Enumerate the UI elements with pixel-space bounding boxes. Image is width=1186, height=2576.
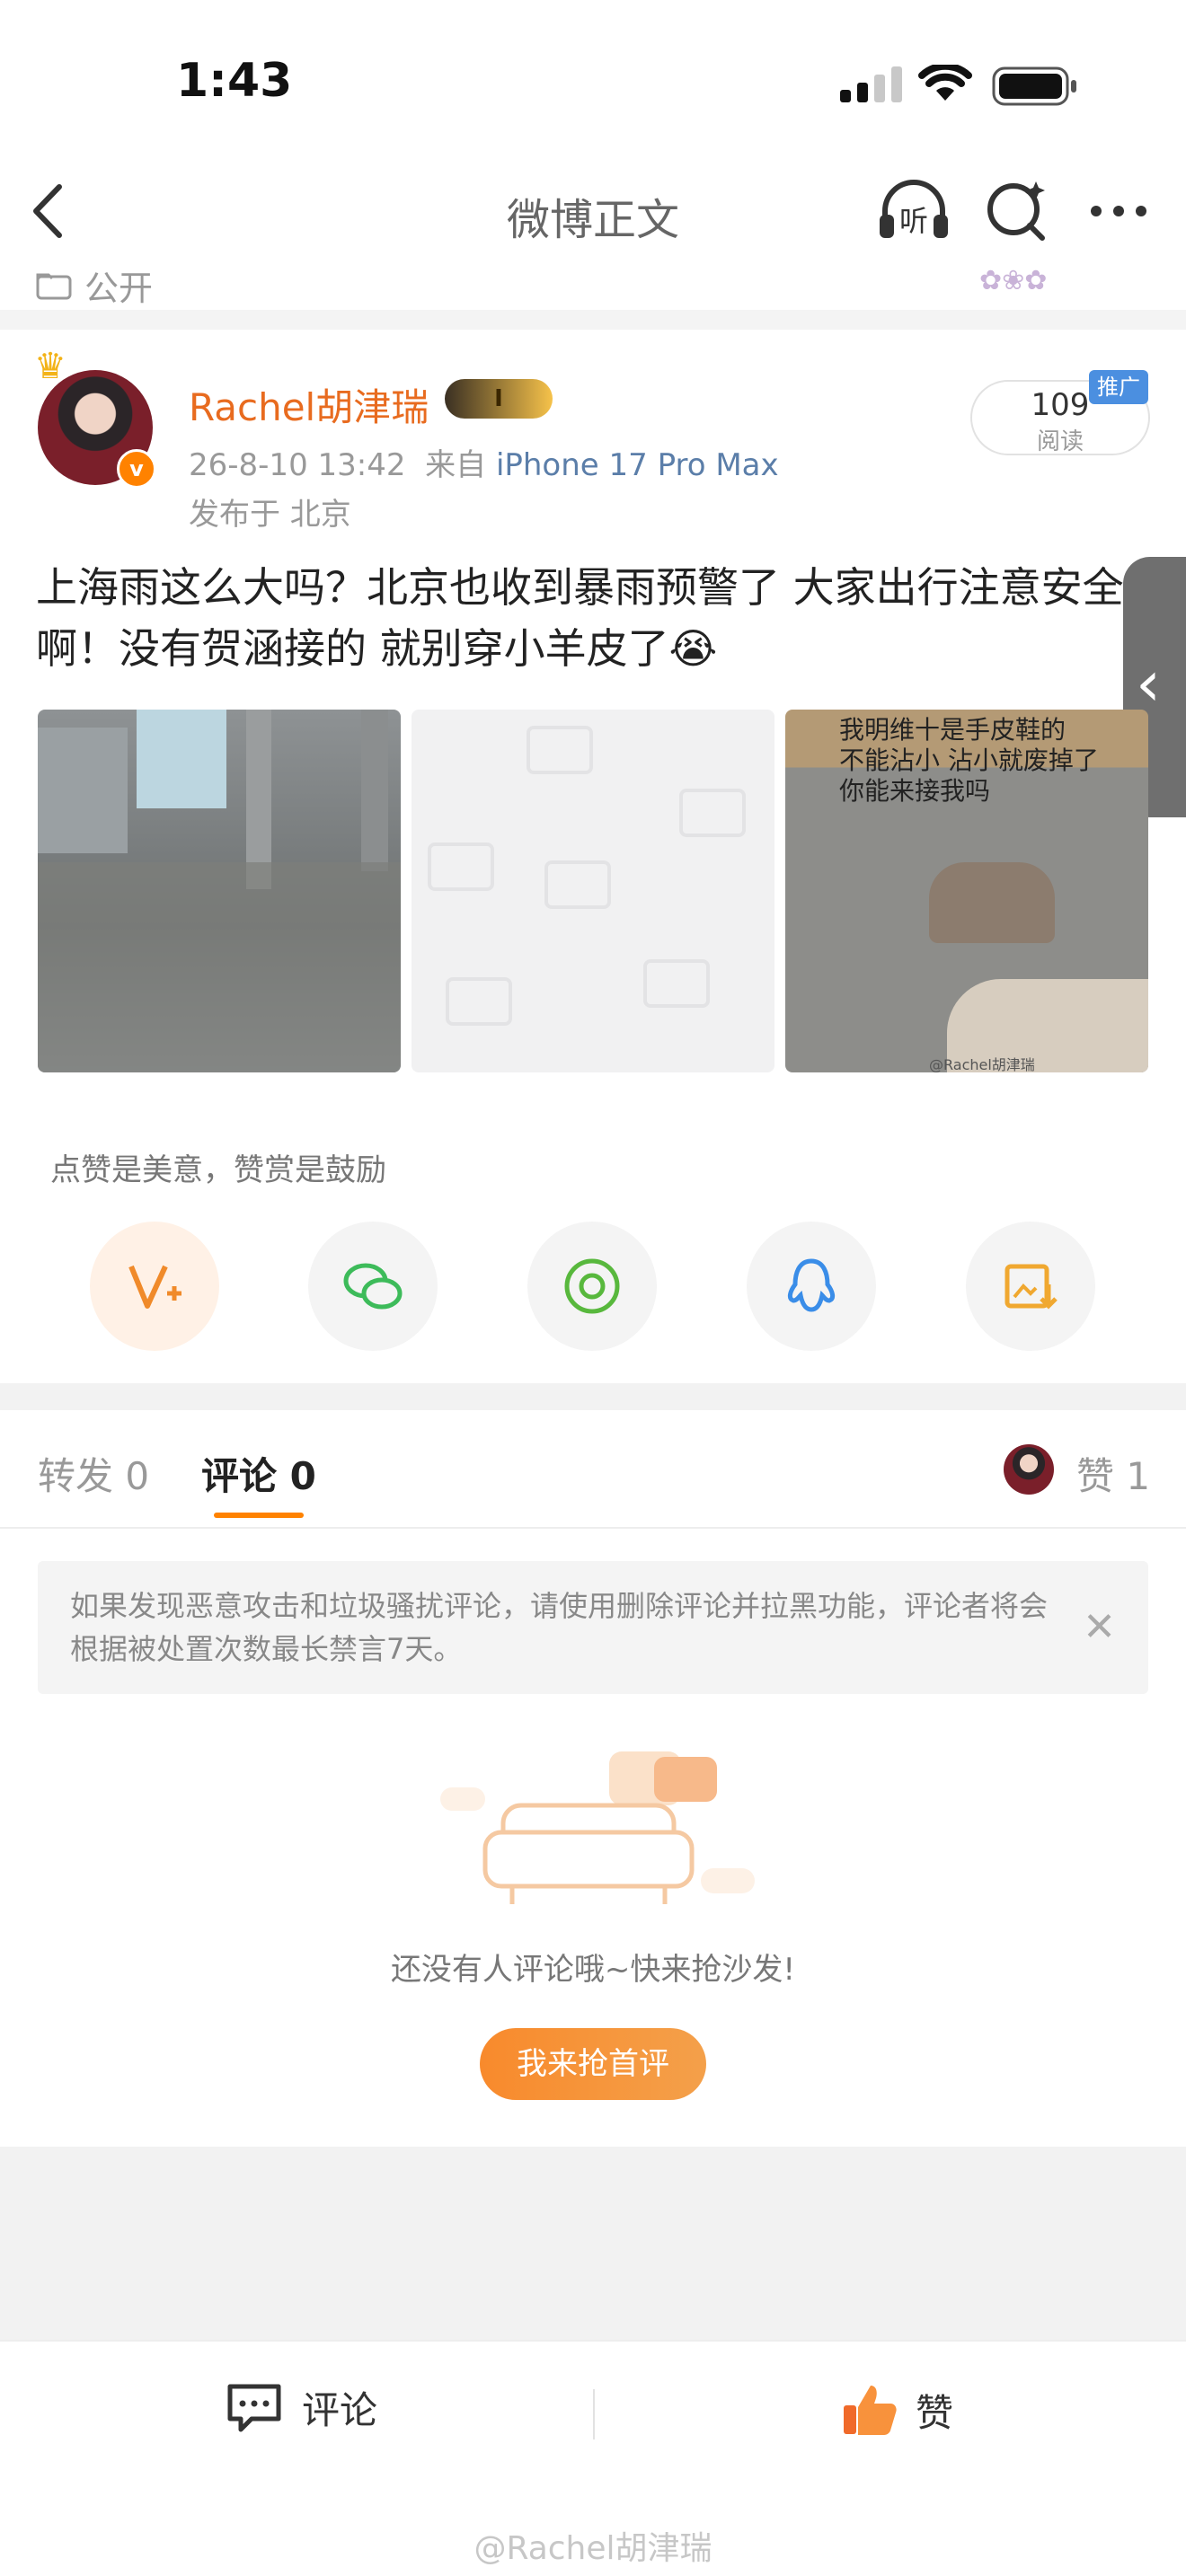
post-meta: 26-8-10 13:42 来自 iPhone 17 Pro Max (189, 440, 779, 484)
cellular-signal-icon (840, 66, 905, 106)
tab-repost-label: 转发 (38, 1454, 114, 1498)
image-watermark: @Rachel胡津瑞 (929, 1056, 1035, 1072)
tab-repost-count: 0 (125, 1454, 150, 1498)
empty-comment-text: 还没有人评论哦~快来抢沙发! (390, 1952, 796, 1988)
tab-repost[interactable]: 转发 0 (38, 1446, 149, 1501)
bottom-spacer (0, 2147, 1186, 2340)
wifi-icon (918, 62, 972, 108)
qq-icon (787, 1258, 836, 1312)
reward-hint: 点赞是美意，赞赏是鼓励 (50, 1152, 386, 1188)
notice-text: 如果发现恶意攻击和垃圾骚扰评论，请使用删除评论并拉黑功能，评论者将会根据被处置次… (70, 1589, 1049, 1666)
read-label: 阅读 (1036, 428, 1084, 455)
search-icon[interactable] (981, 175, 1053, 251)
post-image-shoes-note[interactable]: 我明维十是手皮鞋的 不能沾小 沾小就废掉了 你能来接我吗 @Rachel胡津瑞 (785, 710, 1148, 1072)
tab-comment-count: 0 (289, 1454, 316, 1498)
post-body: 上海雨这么大吗？北京也收到暴雨预警了 大家出行注意安全啊！没有贺涵接的 就别穿小… (36, 563, 1124, 673)
share-moments-button[interactable] (527, 1222, 657, 1351)
post-timestamp: 26-8-10 13:42 (189, 447, 406, 483)
image-note-text: 我明维十是手皮鞋的 不能沾小 沾小就废掉了 你能来接我吗 (839, 715, 1099, 806)
tabs-divider (0, 1527, 1186, 1529)
status-time: 1:43 (176, 54, 293, 108)
crown-icon: ♛ (34, 346, 66, 387)
share-wechat-button[interactable] (308, 1222, 438, 1351)
vip-badge[interactable]: I (445, 379, 553, 419)
shoe-illustration (929, 862, 1055, 943)
comment-bubble-icon (227, 2384, 281, 2431)
reward-v-icon (128, 1265, 181, 1309)
verified-badge-icon: v (117, 449, 156, 489)
liker-avatar[interactable] (1004, 1444, 1054, 1495)
bottom-like-button[interactable]: 赞 (840, 2380, 953, 2439)
first-comment-button[interactable]: 我来抢首评 (480, 2028, 706, 2100)
listen-label: 听 (899, 204, 928, 238)
tab-comment[interactable]: 评论 0 (201, 1446, 316, 1501)
divider (0, 310, 1186, 330)
wechat-icon (343, 1263, 403, 1310)
visibility-row: 公开 (36, 260, 153, 310)
post-image-flooded-street[interactable] (38, 710, 401, 1072)
post-text: 上海雨这么大吗？北京也收到暴雨预警了 大家出行注意安全啊！没有贺涵接的 就别穿小… (36, 557, 1128, 679)
close-icon[interactable]: ✕ (1083, 1604, 1116, 1650)
battery-icon (992, 66, 1078, 110)
post-source[interactable]: iPhone 17 Pro Max (496, 447, 779, 483)
empty-sofa-illustration (440, 1751, 782, 1913)
tab-like-count: 1 (1126, 1454, 1151, 1498)
reward-button[interactable] (90, 1222, 219, 1351)
bottom-comment-button[interactable]: 评论 (225, 2380, 377, 2435)
moments-icon (564, 1258, 620, 1314)
save-image-icon (1005, 1264, 1058, 1310)
tab-comment-label: 评论 (201, 1454, 278, 1498)
share-qq-button[interactable] (747, 1222, 876, 1351)
tab-like-label: 赞 (1076, 1454, 1115, 1498)
save-image-button[interactable] (966, 1222, 1095, 1351)
post-location: 发布于 北京 (189, 497, 351, 533)
source-prefix: 来自 (425, 447, 487, 483)
visibility-label: 公开 (84, 269, 154, 308)
tab-like[interactable]: 赞 1 (1076, 1446, 1150, 1501)
thumbs-up-icon (844, 2386, 897, 2435)
crying-emoji: 😭 (668, 624, 718, 673)
bottom-comment-label: 评论 (302, 2388, 378, 2432)
page-watermark: @Rachel胡津瑞 (474, 2530, 712, 2567)
bottom-bar-divider (593, 2389, 595, 2439)
active-tab-indicator (214, 1513, 304, 1518)
comment-notice: 如果发现恶意攻击和垃圾骚扰评论，请使用删除评论并拉黑功能，评论者将会根据被处置次… (38, 1561, 1148, 1694)
post-image-placeholder[interactable] (412, 710, 774, 1072)
folder-icon (36, 273, 72, 299)
promote-badge[interactable]: 推广 (1089, 370, 1148, 404)
author-name[interactable]: Rachel胡津瑞 (189, 377, 429, 432)
section-divider (0, 1383, 1186, 1410)
listen-headphones-icon[interactable]: 听 (876, 175, 951, 251)
decoration-flowers-icon: ✿❀✿ (979, 265, 1048, 296)
more-options-icon[interactable] (1087, 202, 1150, 224)
bottom-like-label: 赞 (916, 2390, 954, 2435)
